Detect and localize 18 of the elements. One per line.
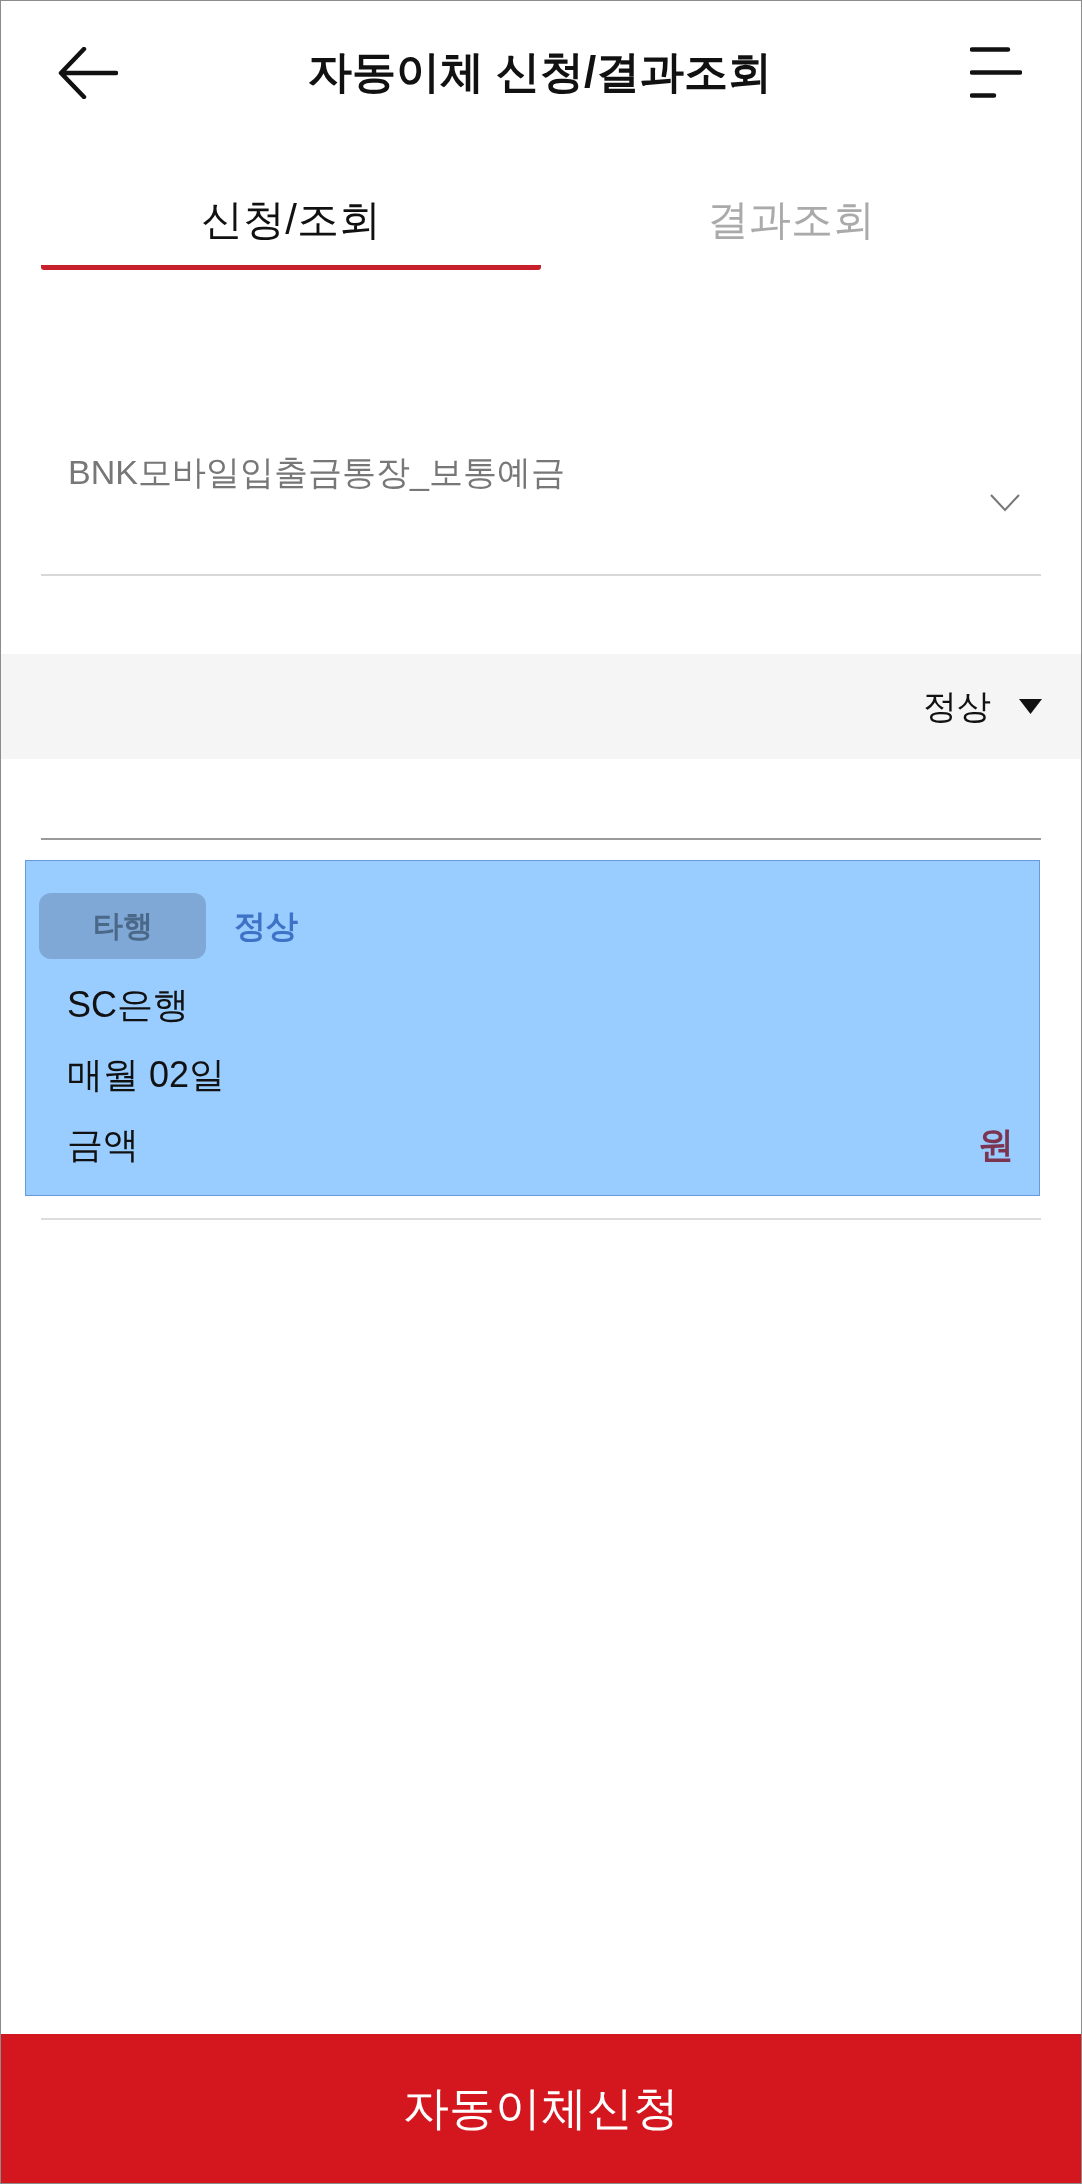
chevron-down-icon (990, 494, 1020, 512)
amount-label: 금액 (67, 1123, 139, 1167)
transfer-card[interactable]: 타행 정상 SC은행 매월 02일 금액 원 (25, 860, 1040, 1196)
caret-down-icon (1019, 699, 1042, 714)
tab[interactable]: 신청/조회 (41, 144, 541, 270)
back-arrow-icon (58, 46, 118, 99)
status-filter-button[interactable]: 정상 (923, 686, 1042, 727)
page-title: 자동이체 신청/결과조회 (307, 46, 773, 99)
submit-button[interactable]: 자동이체신청 (1, 2034, 1081, 2183)
bank-type-badge: 타행 (39, 893, 206, 959)
back-button[interactable] (58, 46, 118, 99)
amount-unit: 원 (978, 1123, 1014, 1167)
status-label: 정상 (234, 907, 298, 946)
account-select[interactable]: BNK모바일입출금통장_보통예금 (41, 442, 1041, 576)
bank-name: SC은행 (67, 983, 189, 1027)
menu-icon (970, 47, 1022, 98)
menu-button[interactable] (970, 47, 1022, 98)
schedule-text: 매월 02일 (67, 1053, 226, 1097)
